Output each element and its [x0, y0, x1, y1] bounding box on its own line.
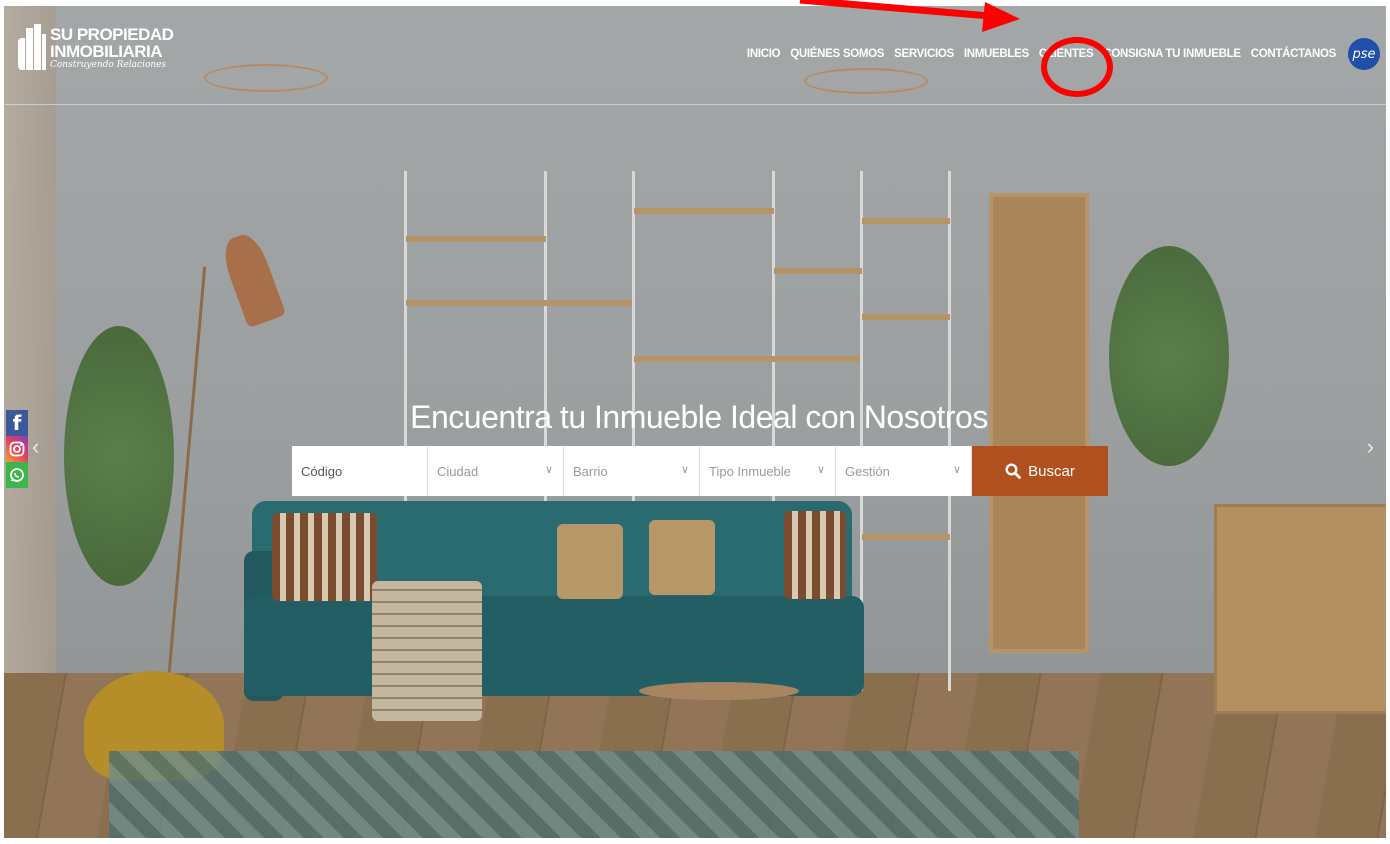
hero-frame: SU PROPIEDAD INMOBILIARIA Construyendo R…: [4, 6, 1386, 838]
nav-item-consigna[interactable]: CONSIGNA TU INMUEBLE: [1103, 48, 1241, 60]
code-input-placeholder: Código: [301, 463, 343, 479]
pillow: [557, 524, 623, 599]
chevron-down-icon: ∨: [544, 464, 553, 476]
logo-line1: SU PROPIEDAD: [50, 25, 174, 44]
instagram-glyph: [9, 441, 25, 457]
chevron-down-icon: ∨: [680, 464, 689, 476]
nav-item-quienes-somos[interactable]: QUIÉNES SOMOS: [790, 48, 884, 60]
property-type-select[interactable]: Tipo Inmueble ∨: [700, 446, 836, 496]
neighborhood-select[interactable]: Barrio ∨: [564, 446, 700, 496]
site-header: SU PROPIEDAD INMOBILIARIA Construyendo R…: [4, 6, 1386, 105]
rug: [109, 751, 1079, 838]
facebook-glyph: f: [12, 411, 22, 435]
nav-item-contactanos[interactable]: CONTÁCTANOS: [1251, 48, 1337, 60]
shelf-board: [862, 218, 950, 224]
city-select[interactable]: Ciudad ∨: [428, 446, 564, 496]
nav-item-inicio[interactable]: INICIO: [747, 48, 781, 60]
background-cabinet: [1214, 504, 1386, 714]
search-icon: [1005, 463, 1022, 479]
nav-item-inmuebles[interactable]: INMUEBLES: [964, 48, 1029, 60]
shelf-board: [634, 356, 860, 362]
whatsapp-glyph: [10, 468, 24, 482]
logo-mark-icon: [18, 24, 46, 72]
background-curtain: [4, 6, 56, 706]
search-button-label: Buscar: [1028, 462, 1075, 480]
shelf-board: [862, 314, 950, 320]
search-bar: Código Ciudad ∨ Barrio ∨ Tipo Inmueble ∨…: [292, 446, 1108, 496]
background-plant: [64, 326, 174, 586]
city-select-placeholder: Ciudad: [437, 463, 479, 479]
shelf-board: [862, 534, 950, 540]
management-select[interactable]: Gestión ∨: [836, 446, 972, 496]
search-button[interactable]: Buscar: [972, 446, 1108, 496]
pillow: [649, 520, 715, 595]
chevron-left-icon[interactable]: ‹: [32, 434, 39, 460]
shelf-board: [406, 236, 546, 242]
social-sidebar: f: [6, 410, 28, 488]
shelf-board: [774, 268, 862, 274]
chevron-right-icon[interactable]: ›: [1367, 434, 1374, 460]
logo-text: SU PROPIEDAD INMOBILIARIA Construyendo R…: [50, 25, 174, 70]
annotation-circle: [1041, 37, 1113, 97]
site-logo[interactable]: SU PROPIEDAD INMOBILIARIA Construyendo R…: [18, 24, 174, 72]
logo-tagline: Construyendo Relaciones: [50, 60, 167, 70]
logo-line2: INMOBILIARIA: [50, 42, 163, 61]
facebook-icon[interactable]: f: [6, 410, 28, 436]
property-type-select-placeholder: Tipo Inmueble: [709, 463, 791, 479]
coffee-table: [639, 682, 799, 700]
chevron-down-icon: ∨: [816, 464, 825, 476]
neighborhood-select-placeholder: Barrio: [573, 463, 608, 479]
blanket: [372, 581, 482, 721]
management-select-placeholder: Gestión: [845, 463, 890, 479]
shelf-board: [406, 300, 632, 306]
code-input[interactable]: Código: [292, 446, 428, 496]
pse-button[interactable]: pse: [1348, 38, 1380, 70]
pillow: [784, 511, 846, 599]
nav-item-servicios[interactable]: SERVICIOS: [894, 48, 954, 60]
instagram-icon[interactable]: [6, 436, 28, 462]
chevron-down-icon: ∨: [952, 464, 961, 476]
whatsapp-icon[interactable]: [6, 462, 28, 488]
hero-title: Encuentra tu Inmueble Ideal con Nosotros: [410, 399, 988, 435]
pillow: [272, 513, 377, 601]
shelf-board: [634, 208, 774, 214]
sofa-seat: [244, 596, 864, 696]
